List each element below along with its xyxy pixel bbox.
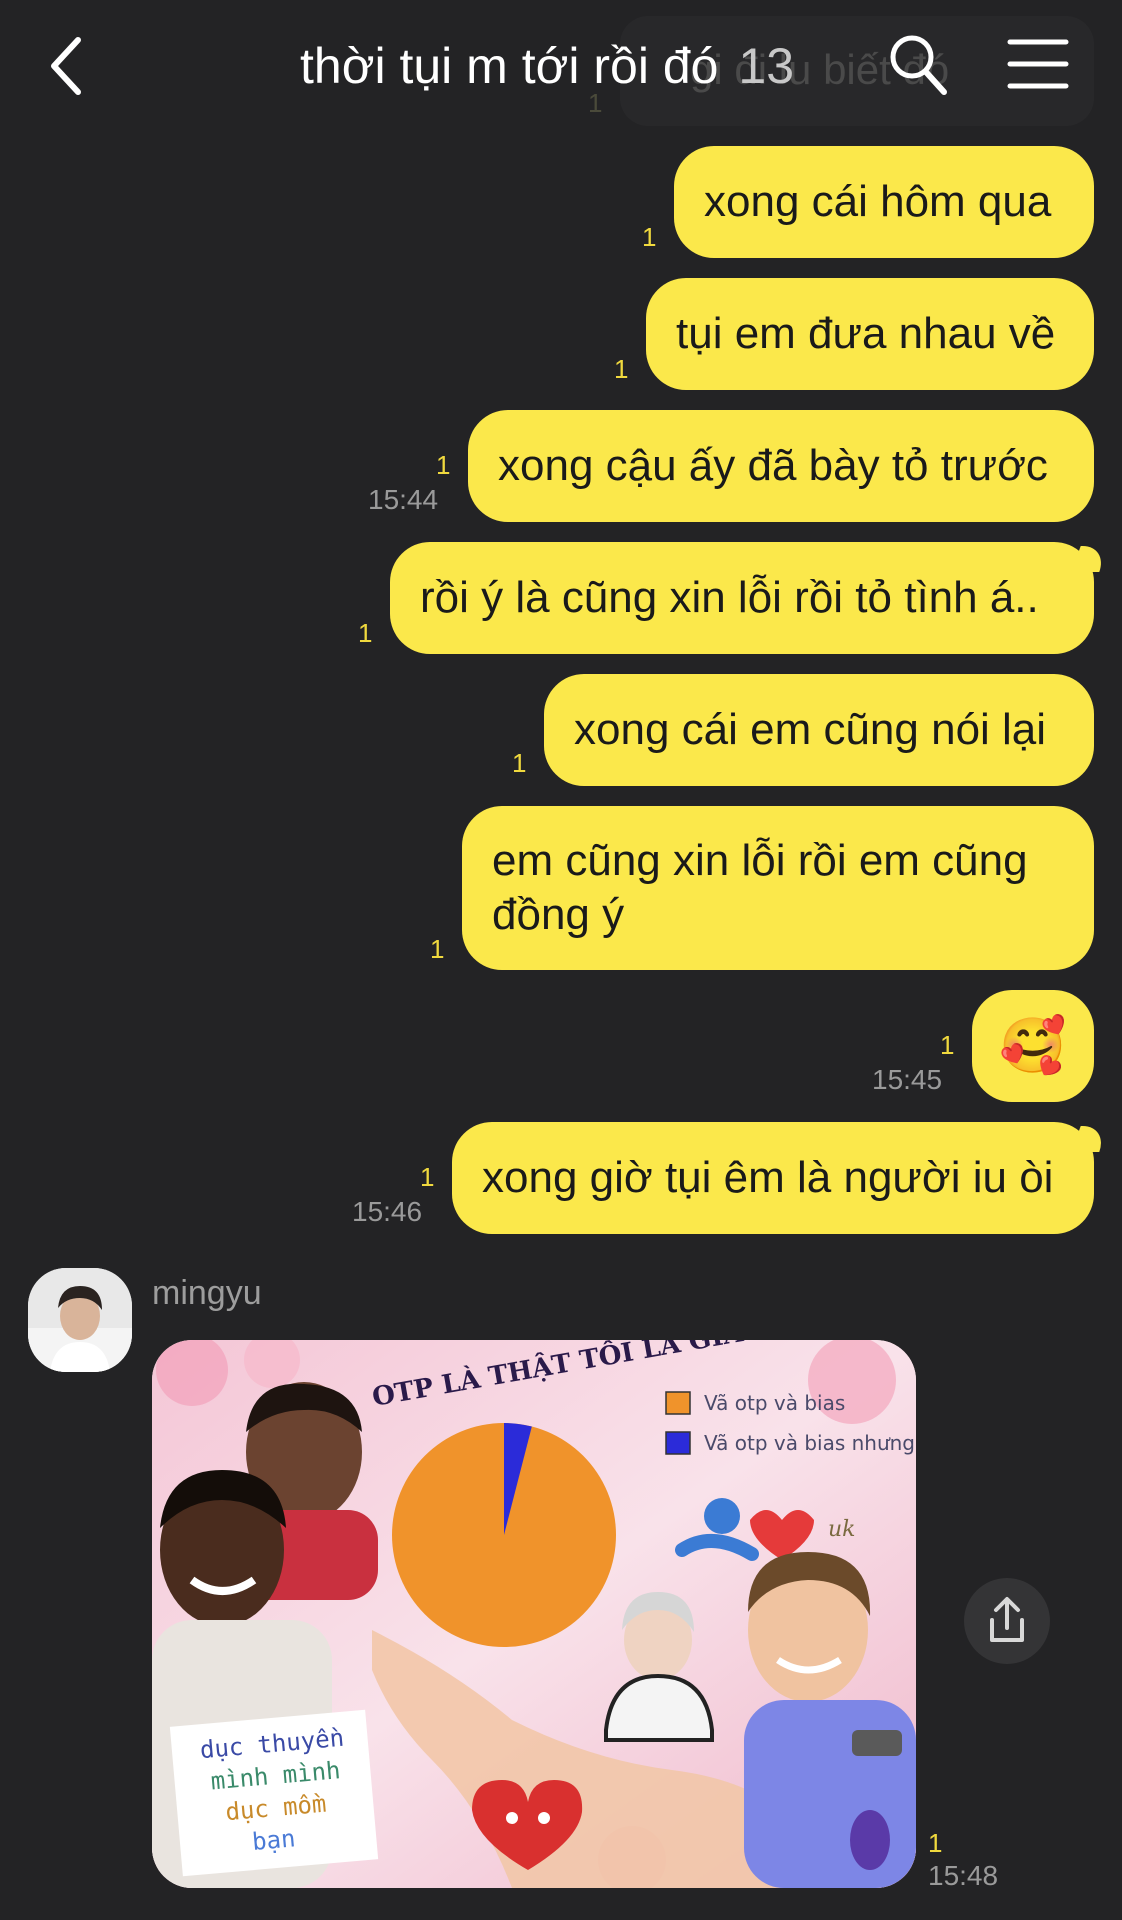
read-count: 1 <box>430 934 445 964</box>
back-button[interactable] <box>38 28 98 104</box>
message-text: rồi ý là cũng xin lỗi rồi tỏ tình á.. <box>420 573 1039 622</box>
message-time: 15:46 <box>352 1196 423 1227</box>
message-bubble[interactable]: 🥰 <box>972 990 1094 1102</box>
message-time: 15:45 <box>872 1064 943 1095</box>
message-time: 15:44 <box>368 484 439 515</box>
chevron-left-icon <box>51 37 81 95</box>
read-count: 1 <box>358 618 373 648</box>
message-bubble[interactable]: tụi em đưa nhau về <box>646 278 1094 390</box>
message-text: xong cái hôm qua <box>704 177 1052 226</box>
message-bubble[interactable]: xong cái hôm qua <box>674 146 1094 258</box>
chat-title-text: thời tụi m tới rồi đó <box>300 38 719 94</box>
message-emoji: 🥰 <box>999 1016 1067 1076</box>
message-bubble[interactable]: xong cái em cũng nói lại <box>544 674 1094 786</box>
chat-header: thời tụi m tới rồi đó 13 <box>0 0 1122 130</box>
image-message[interactable]: OTP LÀ THẬT TÔI LÀ GIẢ Vã otp và bias Vã… <box>152 1340 916 1888</box>
legend-label: Vã otp và bias nhưng màu xanh <box>704 1431 916 1455</box>
read-count: 1 <box>420 1162 435 1192</box>
search-button[interactable] <box>886 30 950 98</box>
message-bubble[interactable]: em cũng xin lỗi rồi em cũng đồng ý <box>462 806 1094 970</box>
read-count: 1 <box>512 748 527 778</box>
message-text: em cũng xin lỗi rồi em cũng đồng ý <box>492 836 1028 939</box>
hamburger-menu-icon <box>1007 39 1069 89</box>
share-button[interactable] <box>964 1578 1050 1664</box>
message-text: xong cậu ấy đã bày tỏ trước <box>498 441 1048 490</box>
member-count: 13 <box>738 38 795 94</box>
search-icon <box>890 35 947 95</box>
message-bubble[interactable]: xong cậu ấy đã bày tỏ trước <box>468 410 1094 522</box>
purple-creature <box>850 1810 890 1870</box>
menu-button[interactable] <box>1006 36 1070 92</box>
message-time: 15:48 <box>928 1860 999 1891</box>
share-icon <box>990 1597 1024 1642</box>
read-count: 1 <box>614 354 629 384</box>
profile-photo <box>28 1268 132 1372</box>
read-count: 1 <box>436 450 451 480</box>
avatar[interactable] <box>28 1268 132 1372</box>
read-count: 1 <box>642 222 657 252</box>
handwritten-sign: dục thuyền mình mình dục mồm bạn <box>169 1709 379 1877</box>
message-bubble[interactable]: xong giờ tụi êm là người iu òi <box>452 1122 1094 1234</box>
message-bubble[interactable]: rồi ý là cũng xin lỗi rồi tỏ tình á.. <box>390 542 1094 654</box>
pie-chart <box>392 1423 616 1647</box>
sender-name: mingyu <box>152 1274 262 1312</box>
legend-swatch-blue <box>665 1431 691 1455</box>
legend-swatch-orange <box>665 1391 691 1415</box>
sign-text: bạn <box>251 1824 297 1856</box>
meme-extra-text: uk <box>828 1517 856 1542</box>
read-count: 1 <box>940 1030 955 1060</box>
read-count: 1 <box>928 1828 943 1858</box>
message-text: tụi em đưa nhau về <box>676 309 1056 358</box>
meme-image: OTP LÀ THẬT TÔI LÀ GIẢ Vã otp và bias Vã… <box>152 1340 916 1888</box>
message-text: xong giờ tụi êm là người iu òi <box>482 1153 1054 1202</box>
chat-title: thời tụi m tới rồi đó 13 <box>300 36 794 96</box>
legend-label: Vã otp và bias <box>704 1391 845 1415</box>
message-text: xong cái em cũng nói lại <box>574 705 1047 754</box>
